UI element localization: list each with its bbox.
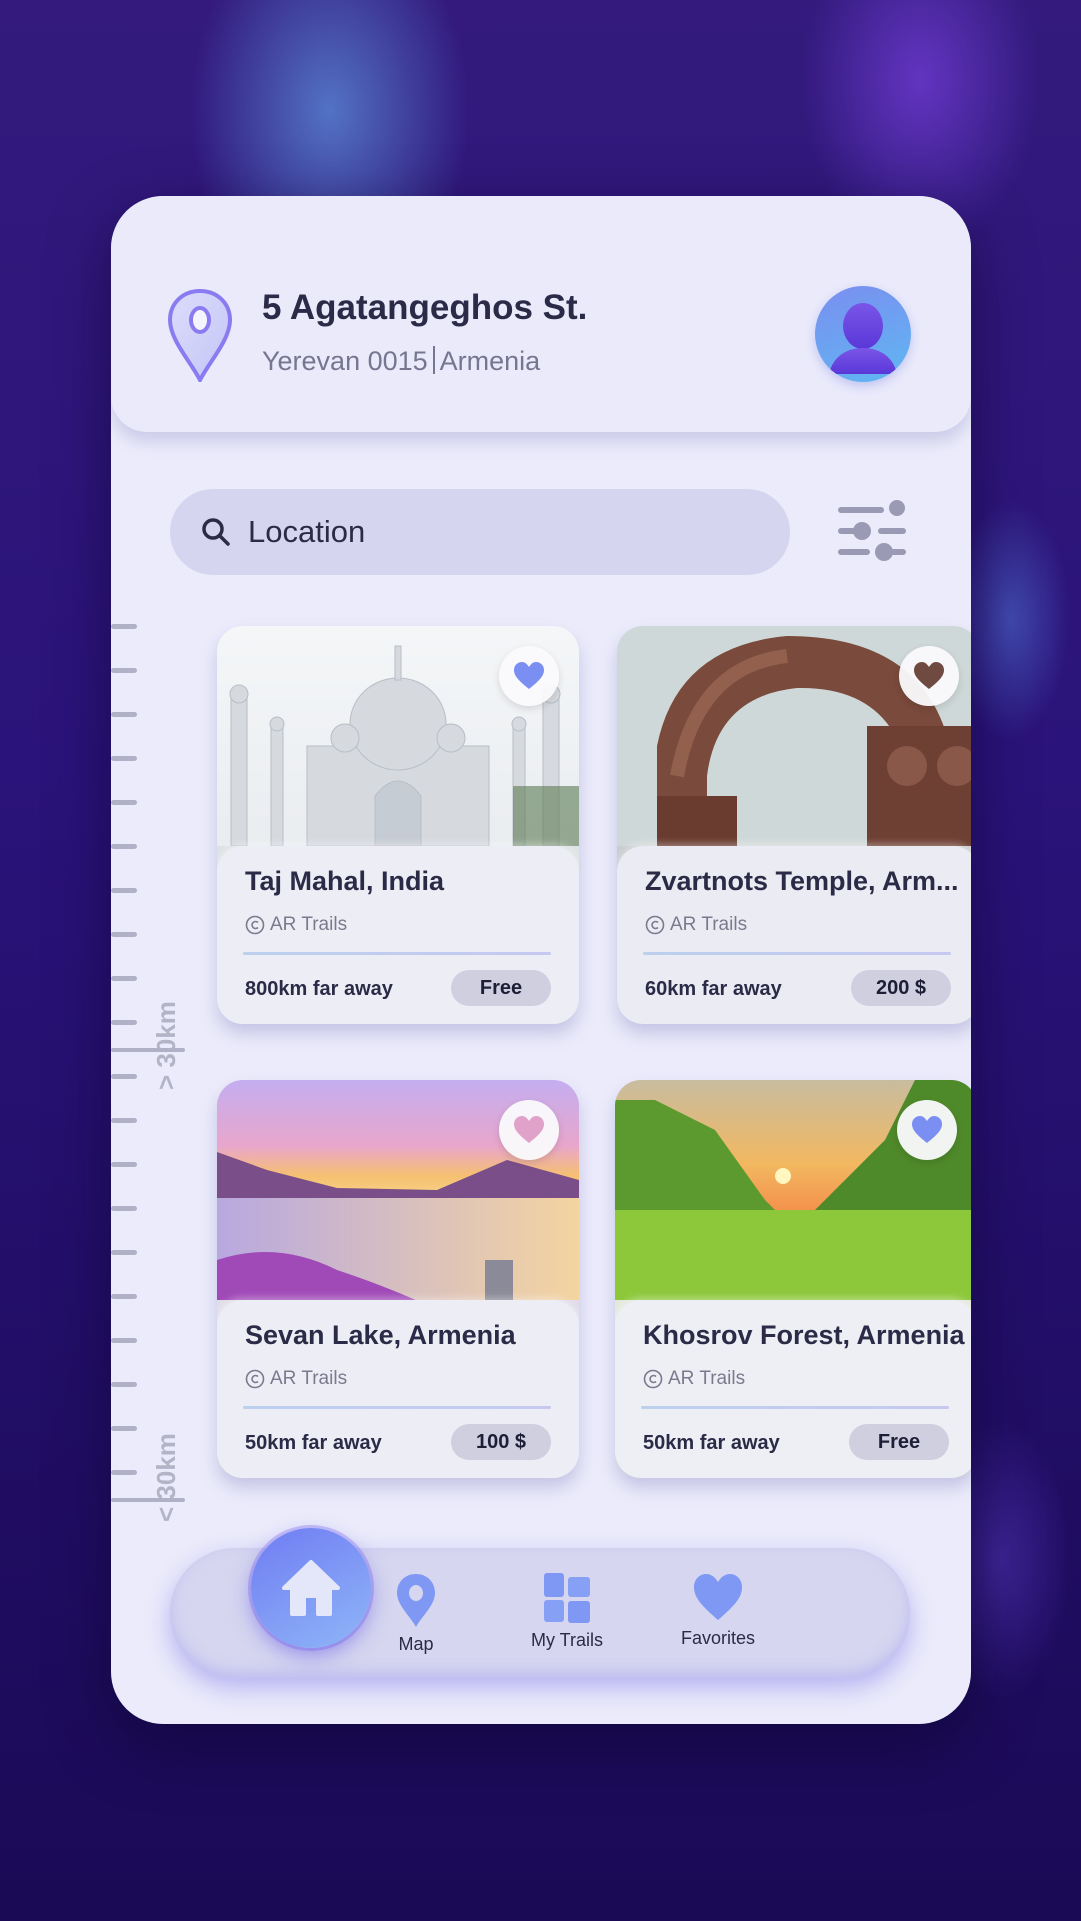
- ruler-tick: [111, 1338, 137, 1343]
- ruler-tick: [111, 1250, 137, 1255]
- price-badge: 100 $: [451, 1424, 551, 1460]
- card-info: Sevan Lake, Armenia AR Trails 50km far a…: [217, 1300, 579, 1478]
- ruler-major-tick: [111, 1048, 185, 1052]
- price-badge: Free: [451, 970, 551, 1006]
- address-city: Yerevan 0015: [262, 346, 428, 376]
- separator: [432, 346, 435, 374]
- trail-card[interactable]: Taj Mahal, India AR Trails 800km far awa…: [217, 626, 579, 1024]
- credit-text: AR Trails: [270, 914, 348, 935]
- trail-credit: AR Trails: [645, 914, 747, 936]
- search-icon: [202, 518, 230, 546]
- trail-distance: 800km far away: [245, 978, 393, 1000]
- copyright-icon: [645, 915, 665, 935]
- address-header: 5 Agatangeghos St. Yerevan 0015 Armenia: [111, 196, 971, 432]
- trail-title: Zvartnots Temple, Arm...: [645, 866, 959, 896]
- user-avatar-icon[interactable]: [815, 286, 911, 382]
- credit-text: AR Trails: [668, 1368, 746, 1389]
- copyright-icon: [245, 1369, 265, 1389]
- heart-icon: [514, 1116, 544, 1143]
- trail-distance: 60km far away: [645, 978, 782, 1000]
- ruler-major-tick: [111, 1498, 185, 1502]
- ruler-tick: [111, 756, 137, 761]
- trail-distance: 50km far away: [245, 1432, 382, 1454]
- sliders-icon[interactable]: [837, 498, 909, 564]
- ruler-tick: [111, 1382, 137, 1387]
- divider: [643, 952, 951, 955]
- credit-text: AR Trails: [670, 914, 748, 935]
- ruler-label-near: < 30km: [151, 1433, 181, 1522]
- favorite-button[interactable]: [499, 1100, 559, 1160]
- card-info: Khosrov Forest, Armenia AR Trails 50km f…: [615, 1300, 971, 1478]
- map-pin-icon: [167, 288, 233, 382]
- grid-icon: [544, 1573, 590, 1623]
- heart-icon: [694, 1574, 742, 1620]
- trail-distance: 50km far away: [643, 1432, 780, 1454]
- heart-icon: [914, 662, 944, 689]
- ruler-tick: [111, 712, 137, 717]
- search-placeholder: Location: [248, 514, 366, 549]
- ruler-tick: [111, 1426, 137, 1431]
- favorite-button[interactable]: [899, 646, 959, 706]
- price-badge: 200 $: [851, 970, 951, 1006]
- ruler-label-far: > 30km: [151, 1001, 181, 1090]
- trail-title: Taj Mahal, India: [245, 866, 445, 896]
- ruler-tick: [111, 1162, 137, 1167]
- distance-ruler: > 30km < 30km: [111, 616, 201, 1716]
- heart-icon: [514, 662, 544, 689]
- ruler-tick: [111, 976, 137, 981]
- nav-item-map[interactable]: Map: [351, 1572, 481, 1655]
- nav-label: Favorites: [680, 1628, 756, 1648]
- credit-text: AR Trails: [270, 1368, 348, 1389]
- copyright-icon: [245, 915, 265, 935]
- trail-credit: AR Trails: [245, 914, 347, 936]
- card-info: Taj Mahal, India AR Trails 800km far awa…: [217, 846, 579, 1024]
- favorite-button[interactable]: [897, 1100, 957, 1160]
- nav-label: My Trails: [531, 1630, 603, 1650]
- favorite-button[interactable]: [499, 646, 559, 706]
- heart-icon: [912, 1116, 942, 1143]
- divider: [243, 1406, 551, 1409]
- nav-label: Map: [398, 1634, 434, 1654]
- nav-item-my-trails[interactable]: My Trails: [502, 1572, 632, 1651]
- copyright-icon: [643, 1369, 663, 1389]
- ruler-tick: [111, 668, 137, 673]
- ruler-tick: [111, 1294, 137, 1299]
- map-pin-icon: [397, 1574, 435, 1627]
- trail-credit: AR Trails: [643, 1368, 745, 1390]
- ruler-tick: [111, 888, 137, 893]
- trail-card[interactable]: Zvartnots Temple, Arm... AR Trails 60km …: [617, 626, 971, 1024]
- ruler-tick: [111, 1118, 137, 1123]
- trail-card[interactable]: Khosrov Forest, Armenia AR Trails 50km f…: [615, 1080, 971, 1478]
- address-country: Armenia: [439, 346, 541, 376]
- ruler-tick: [111, 1470, 137, 1475]
- app-screen: 5 Agatangeghos St. Yerevan 0015 Armenia L…: [111, 196, 971, 1724]
- ruler-tick: [111, 800, 137, 805]
- search-input[interactable]: Location: [170, 489, 790, 575]
- ruler-tick: [111, 844, 137, 849]
- trail-title: Khosrov Forest, Armenia: [643, 1320, 965, 1350]
- user-silhouette: [829, 303, 897, 374]
- card-info: Zvartnots Temple, Arm... AR Trails 60km …: [617, 846, 971, 1024]
- address-subtitle: Yerevan 0015 Armenia: [262, 346, 540, 377]
- divider: [641, 1406, 949, 1409]
- trail-card[interactable]: Sevan Lake, Armenia AR Trails 50km far a…: [217, 1080, 579, 1478]
- ruler-tick: [111, 932, 137, 937]
- address-title: 5 Agatangeghos St.: [262, 288, 588, 327]
- divider: [243, 952, 551, 955]
- nav-item-favorites[interactable]: Favorites: [653, 1572, 783, 1649]
- trail-title: Sevan Lake, Armenia: [245, 1320, 516, 1350]
- trail-credit: AR Trails: [245, 1368, 347, 1390]
- ruler-tick: [111, 1020, 137, 1025]
- home-icon: [282, 1560, 340, 1616]
- ruler-tick: [111, 1074, 137, 1079]
- ruler-tick: [111, 1206, 137, 1211]
- price-badge: Free: [849, 1424, 949, 1460]
- ruler-tick: [111, 624, 137, 629]
